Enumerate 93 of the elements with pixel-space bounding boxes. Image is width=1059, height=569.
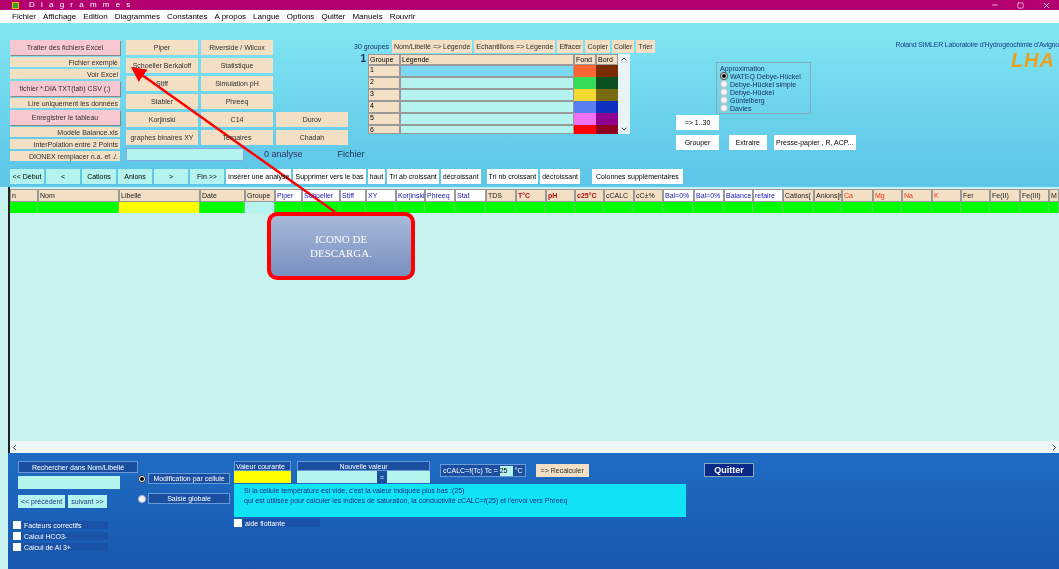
table-cell[interactable] xyxy=(516,202,546,213)
annotation-text: ICONO DE DESCARGA. xyxy=(308,232,373,260)
table-cell[interactable] xyxy=(396,202,425,213)
legend-cell[interactable] xyxy=(400,77,574,89)
table-cell[interactable] xyxy=(455,202,486,213)
menu-item[interactable]: Rouvrir xyxy=(389,12,416,21)
table-cell[interactable] xyxy=(694,202,724,213)
menu-item[interactable]: Affichage xyxy=(43,12,77,21)
table-cell[interactable] xyxy=(575,202,604,213)
checkbox[interactable] xyxy=(13,532,21,540)
color-swatch[interactable] xyxy=(574,113,596,125)
table-cell[interactable] xyxy=(425,202,455,213)
minimize-icon[interactable] xyxy=(991,1,999,9)
legend-cell[interactable] xyxy=(400,89,574,101)
radio-button[interactable] xyxy=(138,494,146,503)
table-cell[interactable] xyxy=(10,202,38,213)
table-cell[interactable] xyxy=(340,202,366,213)
color-swatch[interactable] xyxy=(596,113,618,125)
legend-cell[interactable] xyxy=(400,101,574,113)
search-field[interactable] xyxy=(18,476,120,489)
table-cell[interactable] xyxy=(842,202,873,213)
color-swatch[interactable] xyxy=(596,65,618,77)
maximize-icon[interactable] xyxy=(1017,1,1024,9)
color-swatch[interactable] xyxy=(596,101,618,113)
scrollbar[interactable] xyxy=(618,54,630,134)
scroll-right-icon[interactable] xyxy=(1050,442,1059,452)
color-swatch[interactable] xyxy=(596,89,618,101)
file-input-field[interactable] xyxy=(126,148,244,161)
window-title: D i a g r a m m e s xyxy=(29,1,133,9)
table-cell[interactable] xyxy=(961,202,990,213)
analysis-count: 0 analyse xyxy=(264,150,303,159)
color-swatch[interactable] xyxy=(574,65,596,77)
table-cell[interactable] xyxy=(1020,202,1049,213)
color-swatch[interactable] xyxy=(574,125,596,134)
table-cell[interactable] xyxy=(724,202,753,213)
checkbox[interactable] xyxy=(13,521,21,529)
table-cell[interactable] xyxy=(1049,202,1059,213)
color-swatch[interactable] xyxy=(574,89,596,101)
current-group: 1 xyxy=(354,54,368,134)
menu-item[interactable]: A propos xyxy=(214,12,247,21)
table-cell[interactable] xyxy=(604,202,634,213)
menu-item[interactable]: Langue xyxy=(253,12,280,21)
menu-item[interactable]: Edition xyxy=(83,12,108,21)
legend-cell[interactable] xyxy=(400,125,574,134)
table-cell[interactable] xyxy=(366,202,396,213)
color-swatch[interactable] xyxy=(574,77,596,89)
app-icon xyxy=(12,1,19,9)
table-cell[interactable] xyxy=(245,202,275,213)
color-swatch[interactable] xyxy=(596,77,618,89)
logo: LHA xyxy=(1010,50,1055,70)
table-cell[interactable] xyxy=(200,202,245,213)
table-cell[interactable] xyxy=(119,202,200,213)
table-cell[interactable] xyxy=(932,202,961,213)
quit-button[interactable]: Quitter xyxy=(704,463,754,477)
table-cell[interactable] xyxy=(990,202,1020,213)
horizontal-scrollbar[interactable] xyxy=(10,441,1059,453)
table-cell[interactable] xyxy=(38,202,119,213)
menu-item[interactable]: Options xyxy=(286,12,315,21)
table-cell[interactable] xyxy=(814,202,842,213)
radio-button[interactable] xyxy=(720,72,728,80)
current-value-field[interactable] xyxy=(234,471,291,483)
checkbox[interactable] xyxy=(234,519,242,527)
close-icon[interactable] xyxy=(1042,0,1051,10)
legend-cell[interactable] xyxy=(400,113,574,125)
checkbox[interactable] xyxy=(13,543,21,551)
radio-button[interactable] xyxy=(720,88,728,96)
scroll-down-icon[interactable] xyxy=(620,125,628,133)
table-cell[interactable] xyxy=(873,202,902,213)
table-cell[interactable] xyxy=(546,202,575,213)
color-swatch[interactable] xyxy=(574,101,596,113)
radio-button[interactable] xyxy=(720,80,728,88)
table-cell[interactable] xyxy=(663,202,694,213)
radio-button[interactable] xyxy=(720,96,728,104)
radio-button[interactable] xyxy=(720,104,728,112)
menu-item[interactable]: Manuels xyxy=(352,12,383,21)
table-cell[interactable] xyxy=(486,202,516,213)
scroll-up-icon[interactable] xyxy=(620,55,628,63)
scroll-left-icon[interactable] xyxy=(10,442,19,452)
menu-item[interactable]: Fichier xyxy=(12,12,36,21)
radio-button[interactable] xyxy=(138,474,146,483)
file-label: Fichier xyxy=(337,150,365,159)
table-cell[interactable] xyxy=(275,202,302,213)
color-swatch[interactable] xyxy=(596,125,618,134)
menu-item[interactable]: Constantes xyxy=(167,12,208,21)
new-value-field[interactable] xyxy=(387,471,430,483)
legend-cell[interactable] xyxy=(400,65,574,77)
menu-item[interactable]: Quitter xyxy=(321,12,346,21)
table-cell[interactable] xyxy=(634,202,663,213)
menu-item[interactable]: Diagrammes xyxy=(114,12,161,21)
table-cell[interactable] xyxy=(783,202,814,213)
table-cell[interactable] xyxy=(902,202,932,213)
new-value-field[interactable] xyxy=(297,471,377,483)
table-cell[interactable] xyxy=(753,202,783,213)
